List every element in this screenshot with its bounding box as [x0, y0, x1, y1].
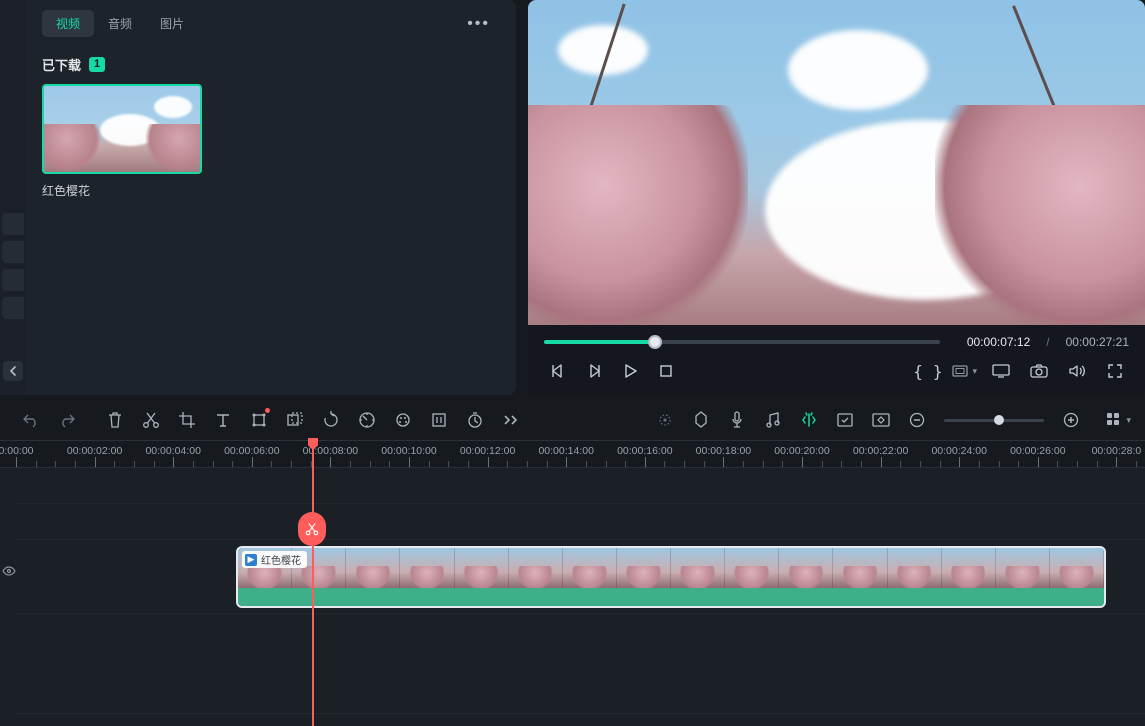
rail-item[interactable]: [2, 269, 24, 291]
ruler-label: 00:00:14:00: [538, 445, 593, 457]
zoom-out-button[interactable]: [900, 405, 934, 435]
ruler-label: 00:00:28:0: [1092, 445, 1142, 457]
rail-item[interactable]: [2, 241, 24, 263]
marker-button[interactable]: [684, 405, 718, 435]
progress-knob[interactable]: [648, 335, 662, 349]
transform-button[interactable]: [242, 405, 276, 435]
mark-in-button[interactable]: {: [913, 362, 923, 381]
left-nav-rail: [0, 0, 26, 395]
chevron-down-icon: ▾: [972, 366, 977, 377]
rail-item[interactable]: [2, 297, 24, 319]
ruler-label: 00:00:18:00: [696, 445, 751, 457]
ruler-label: 00:00:26:00: [1010, 445, 1065, 457]
next-frame-button[interactable]: [580, 357, 608, 385]
media-clip-name: 红色樱花: [42, 182, 202, 199]
chevron-down-icon: ▾: [1126, 415, 1131, 426]
track-gutter: [0, 468, 16, 726]
library-tabs: 视频 音频 图片 •••: [26, 0, 516, 45]
rotate-button[interactable]: [314, 405, 348, 435]
zoom-in-button[interactable]: [1054, 405, 1088, 435]
timeline-area[interactable]: ▶ 红色樱花: [0, 468, 1145, 726]
tab-audio[interactable]: 音频: [94, 10, 146, 37]
ruler-label: 00:00:22:00: [853, 445, 908, 457]
keyframe-button[interactable]: [864, 405, 898, 435]
track-row[interactable]: [16, 614, 1145, 714]
auto-reframe-button[interactable]: [828, 405, 862, 435]
snapshot-button[interactable]: [1025, 357, 1053, 385]
track-visibility-icon[interactable]: [2, 566, 16, 576]
video-preview[interactable]: [528, 0, 1145, 325]
smart-cut-button[interactable]: [792, 405, 826, 435]
undo-button[interactable]: [14, 405, 48, 435]
more-menu-icon[interactable]: •••: [457, 15, 500, 33]
rail-item[interactable]: [2, 213, 24, 235]
timeline-clip[interactable]: ▶ 红色樱花: [236, 546, 1106, 608]
zoom-knob[interactable]: [994, 415, 1004, 425]
downloaded-section-header: 已下载 1: [42, 55, 500, 74]
stop-button[interactable]: [652, 357, 680, 385]
ruler-label: 00:00:12:00: [460, 445, 515, 457]
clip-name-label: 红色樱花: [261, 552, 301, 567]
ruler-label: 00:00:06:00: [224, 445, 279, 457]
time-total: 00:00:27:21: [1066, 335, 1129, 349]
delete-button[interactable]: [98, 405, 132, 435]
mask-button[interactable]: [278, 405, 312, 435]
text-button[interactable]: [206, 405, 240, 435]
media-clip-card[interactable]: 红色樱花: [42, 84, 202, 199]
downloaded-label: 已下载: [42, 55, 81, 74]
redo-button[interactable]: [50, 405, 84, 435]
tab-image[interactable]: 图片: [146, 10, 198, 37]
zoom-controls: [900, 405, 1088, 435]
display-output-button[interactable]: [987, 357, 1015, 385]
zoom-slider[interactable]: [944, 419, 1044, 422]
color-button[interactable]: [386, 405, 420, 435]
fullscreen-button[interactable]: [1101, 357, 1129, 385]
auto-enhance-button[interactable]: [648, 405, 682, 435]
track-row[interactable]: [16, 468, 1145, 504]
media-clip-thumbnail[interactable]: [42, 84, 202, 174]
ruler-label: 00:00:24:00: [931, 445, 986, 457]
volume-button[interactable]: [1063, 357, 1091, 385]
play-icon: ▶: [245, 554, 257, 566]
ruler-label: 00:00:02:00: [67, 445, 122, 457]
voiceover-button[interactable]: [720, 405, 754, 435]
ruler-label: 00:00:08:00: [303, 445, 358, 457]
time-current: 00:00:07:12: [956, 335, 1030, 349]
ruler-label: 0:00:00: [0, 445, 34, 457]
split-at-playhead-button[interactable]: [298, 512, 326, 546]
time-separator: /: [1046, 335, 1049, 349]
duration-button[interactable]: [458, 405, 492, 435]
audio-beat-button[interactable]: [756, 405, 790, 435]
speed-button[interactable]: [350, 405, 384, 435]
tab-video[interactable]: 视频: [42, 10, 94, 37]
ruler-label: 00:00:04:00: [145, 445, 200, 457]
clip-name-badge: ▶ 红色樱花: [242, 551, 307, 568]
prev-frame-button[interactable]: [544, 357, 572, 385]
downloaded-count-badge: 1: [89, 57, 105, 72]
collapse-rail-button[interactable]: [3, 361, 23, 381]
progress-bar[interactable]: [544, 340, 940, 344]
more-tools-button[interactable]: [494, 405, 528, 435]
ruler-label: 00:00:10:00: [381, 445, 436, 457]
preview-panel: 00:00:07:12 / 00:00:27:21 { } ▾: [528, 0, 1145, 395]
timeline-view-dropdown[interactable]: ▾: [1106, 412, 1131, 428]
player-controls: { } ▾: [528, 349, 1145, 395]
media-library-panel: 视频 音频 图片 ••• 已下载 1 红色樱花: [26, 0, 516, 395]
timeline-toolbar: ▾: [0, 400, 1145, 440]
ruler-label: 00:00:16:00: [617, 445, 672, 457]
play-button[interactable]: [616, 357, 644, 385]
ruler-label: 00:00:20:00: [774, 445, 829, 457]
mark-out-button[interactable]: }: [933, 362, 943, 381]
track-row[interactable]: [16, 504, 1145, 540]
crop-button[interactable]: [170, 405, 204, 435]
timeline-ruler[interactable]: 0:00:00 00:00:02:00 00:00:04:00 00:00:06:00…: [0, 440, 1145, 468]
split-button[interactable]: [134, 405, 168, 435]
aspect-ratio-dropdown[interactable]: ▾: [952, 365, 977, 377]
freeze-frame-button[interactable]: [422, 405, 456, 435]
